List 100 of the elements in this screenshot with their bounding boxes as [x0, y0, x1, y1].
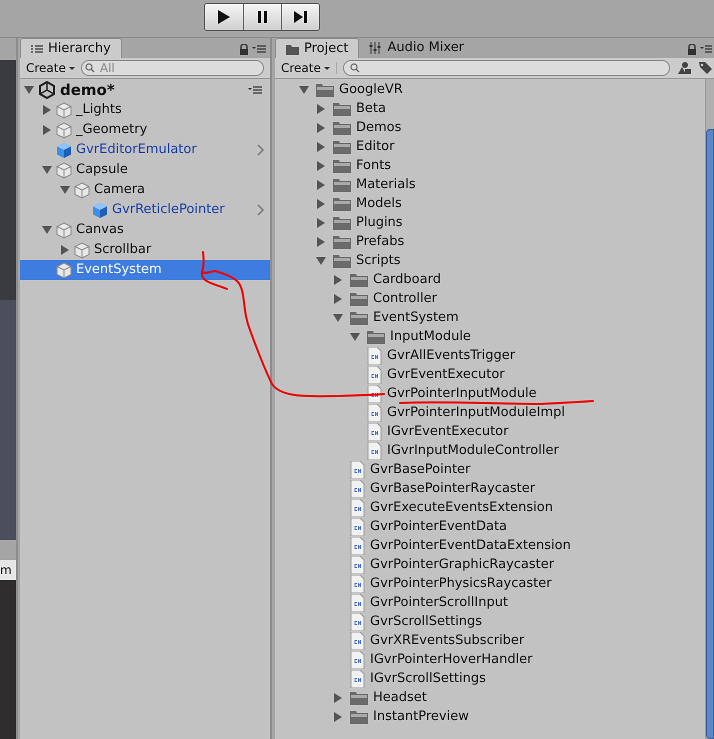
folder-icon: [333, 196, 351, 211]
hierarchy-item[interactable]: Capsule: [20, 160, 270, 180]
collapsed-arrow-icon[interactable]: [316, 122, 326, 132]
unity-logo-icon: [38, 81, 56, 99]
cube-icon: [56, 122, 72, 138]
expanded-arrow-icon[interactable]: [350, 332, 360, 342]
audio-mixer-tab[interactable]: Audio Mixer: [359, 38, 474, 58]
script-item[interactable]: IGvrPointerHoverHandler: [275, 650, 705, 669]
cube-icon: [56, 222, 72, 238]
cube-icon: [92, 202, 108, 218]
create-dropdown[interactable]: Create: [26, 62, 75, 74]
script-item[interactable]: GvrPointerPhysicsRaycaster: [275, 574, 705, 593]
hierarchy-item[interactable]: GvrReticlePointer: [20, 200, 270, 220]
expanded-arrow-icon[interactable]: [24, 85, 34, 95]
folder-item[interactable]: InputModule: [275, 327, 705, 346]
folder-item[interactable]: InstantPreview: [275, 707, 705, 726]
tag-icon[interactable]: [698, 61, 714, 75]
scrollbar[interactable]: [705, 79, 714, 739]
expanded-arrow-icon[interactable]: [299, 84, 309, 94]
script-file-icon: [367, 442, 382, 460]
folder-item[interactable]: Editor: [275, 137, 705, 156]
script-item[interactable]: GvrPointerEventData: [275, 517, 705, 536]
folder-icon: [367, 329, 385, 344]
play-button[interactable]: [205, 4, 243, 30]
hierarchy-item[interactable]: Camera: [20, 180, 270, 200]
script-item[interactable]: GvrBasePointerRaycaster: [275, 479, 705, 498]
hierarchy-item[interactable]: Canvas: [20, 220, 270, 240]
collapsed-arrow-icon[interactable]: [316, 236, 326, 246]
script-item[interactable]: GvrEventExecutor: [275, 365, 705, 384]
hierarchy-item[interactable]: _Geometry: [20, 120, 270, 140]
script-item[interactable]: GvrPointerScrollInput: [275, 593, 705, 612]
expanded-arrow-icon[interactable]: [42, 225, 52, 235]
lock-icon[interactable]: [687, 44, 697, 55]
folder-item[interactable]: Materials: [275, 175, 705, 194]
script-item[interactable]: IGvrEventExecutor: [275, 422, 705, 441]
folder-item[interactable]: GoogleVR: [275, 80, 705, 99]
collapsed-arrow-icon[interactable]: [316, 218, 326, 228]
script-item[interactable]: GvrPointerGraphicRaycaster: [275, 555, 705, 574]
expanded-arrow-icon[interactable]: [333, 312, 343, 322]
folder-item[interactable]: Fonts: [275, 156, 705, 175]
caret-icon: [68, 66, 75, 70]
create-dropdown[interactable]: Create: [281, 62, 337, 74]
collapsed-arrow-icon[interactable]: [316, 104, 326, 114]
collapsed-arrow-icon[interactable]: [316, 142, 326, 152]
folder-icon: [350, 690, 368, 705]
collapsed-arrow-icon[interactable]: [316, 198, 326, 208]
script-file-icon: [367, 346, 382, 364]
collapsed-arrow-icon[interactable]: [316, 180, 326, 190]
hierarchy-item[interactable]: GvrEditorEmulator: [20, 140, 270, 160]
folder-item[interactable]: Demos: [275, 118, 705, 137]
hierarchy-item[interactable]: _Lights: [20, 100, 270, 120]
collapsed-arrow-icon[interactable]: [316, 160, 326, 170]
project-tab[interactable]: Project: [275, 38, 360, 58]
search-field[interactable]: [342, 60, 670, 76]
script-item[interactable]: IGvrScrollSettings: [275, 669, 705, 688]
tab-label[interactable]: m: [0, 560, 16, 580]
collapsed-arrow-icon[interactable]: [333, 294, 343, 304]
lock-icon[interactable]: [239, 44, 249, 55]
collapsed-arrow-icon[interactable]: [42, 105, 52, 115]
script-item[interactable]: IGvrInputModuleController: [275, 441, 705, 460]
hierarchy-item[interactable]: EventSystem: [20, 260, 270, 280]
menu-icon[interactable]: [252, 45, 266, 54]
folder-item[interactable]: Headset: [275, 688, 705, 707]
folder-item[interactable]: EventSystem: [275, 308, 705, 327]
collapsed-arrow-icon[interactable]: [333, 274, 343, 284]
folder-item[interactable]: Cardboard: [275, 270, 705, 289]
folder-icon: [350, 310, 368, 325]
search-icon: [84, 63, 97, 73]
hierarchy-tab[interactable]: Hierarchy: [20, 38, 122, 58]
script-item[interactable]: GvrPointerEventDataExtension: [275, 536, 705, 555]
scrollbar-thumb[interactable]: [706, 129, 714, 739]
script-item[interactable]: GvrAllEventsTrigger: [275, 346, 705, 365]
expanded-arrow-icon[interactable]: [316, 256, 326, 266]
expanded-arrow-icon[interactable]: [42, 165, 52, 175]
folder-icon: [333, 120, 351, 135]
folder-item[interactable]: Controller: [275, 289, 705, 308]
folder-item[interactable]: Prefabs: [275, 232, 705, 251]
expanded-arrow-icon[interactable]: [60, 185, 70, 195]
script-item[interactable]: GvrXREventsSubscriber: [275, 631, 705, 650]
script-item[interactable]: GvrPointerInputModule: [275, 384, 705, 403]
folder-item[interactable]: Beta: [275, 99, 705, 118]
folder-icon: [333, 234, 351, 249]
script-item[interactable]: GvrBasePointer: [275, 460, 705, 479]
menu-icon[interactable]: [700, 45, 712, 54]
folder-item[interactable]: Plugins: [275, 213, 705, 232]
collapsed-arrow-icon[interactable]: [60, 245, 70, 255]
step-button[interactable]: [281, 4, 319, 30]
hierarchy-item[interactable]: Scrollbar: [20, 240, 270, 260]
script-item[interactable]: GvrScrollSettings: [275, 612, 705, 631]
script-item[interactable]: GvrExecuteEventsExtension: [275, 498, 705, 517]
collapsed-arrow-icon[interactable]: [42, 125, 52, 135]
pause-button[interactable]: [243, 4, 281, 30]
menu-icon: [248, 86, 262, 94]
folder-item[interactable]: Models: [275, 194, 705, 213]
script-item[interactable]: GvrPointerInputModuleImpl: [275, 403, 705, 422]
folder-item[interactable]: Scripts: [275, 251, 705, 270]
filter-by-type-icon[interactable]: [676, 61, 692, 75]
collapsed-arrow-icon[interactable]: [333, 692, 343, 702]
search-field[interactable]: All: [80, 60, 264, 76]
collapsed-arrow-icon[interactable]: [333, 712, 343, 722]
